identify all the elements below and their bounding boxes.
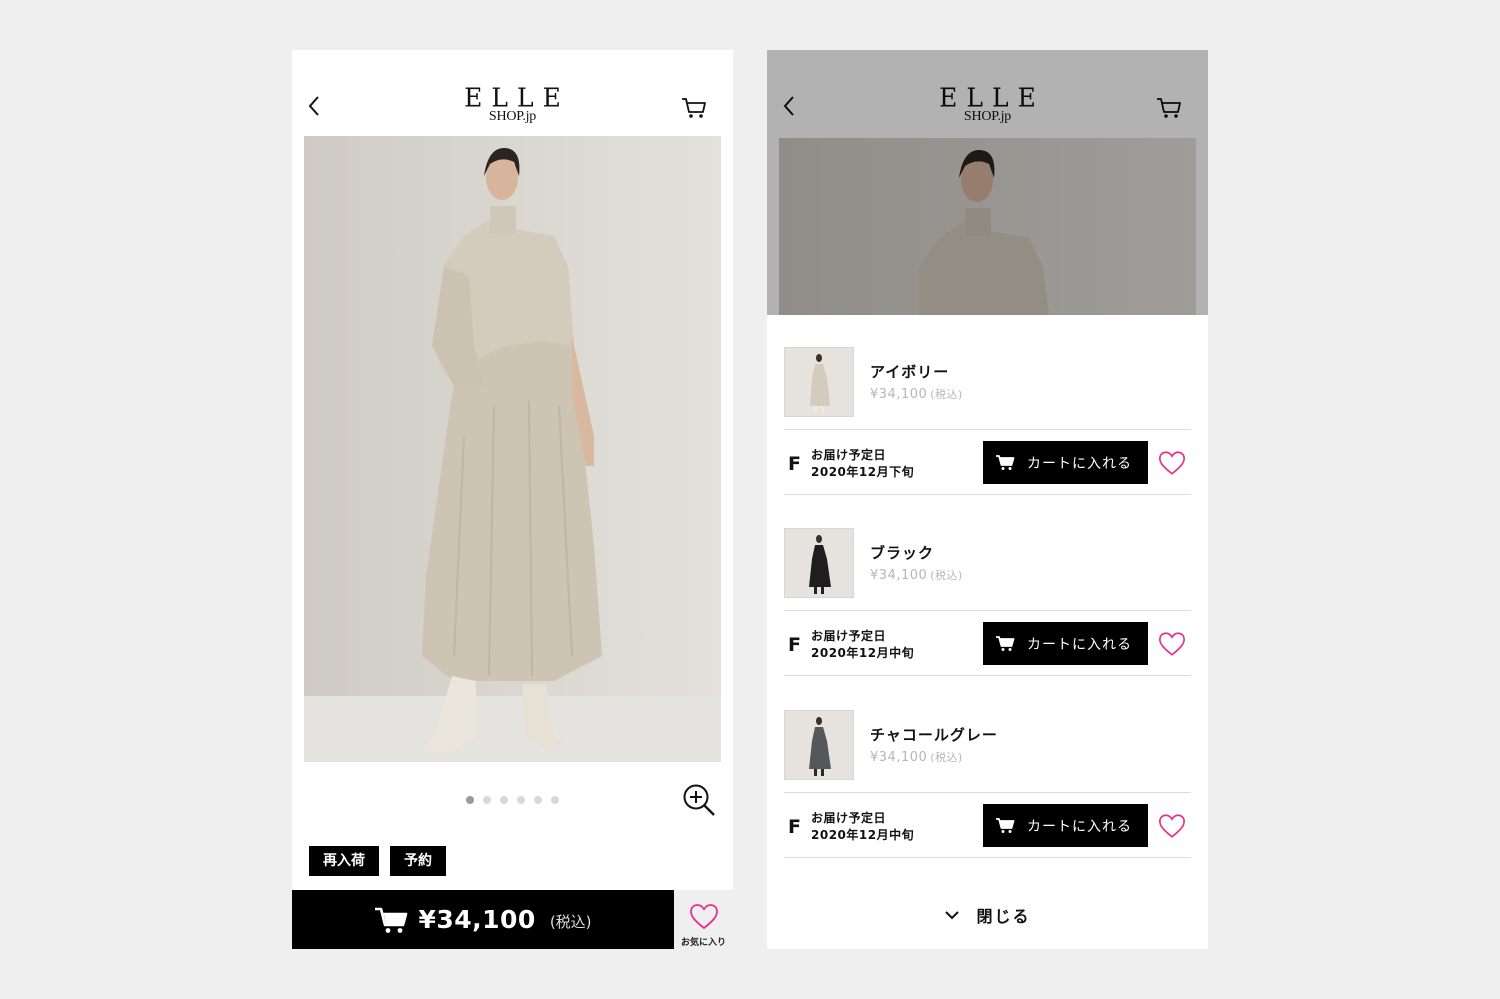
product-photo[interactable] bbox=[304, 136, 721, 762]
add-to-cart-button[interactable]: カートに入れる bbox=[983, 441, 1148, 484]
variant-name: ブラック bbox=[870, 544, 935, 562]
divider bbox=[784, 610, 1191, 611]
variant-price: ¥34,100 (税込) bbox=[870, 567, 963, 583]
add-to-cart-button[interactable]: カートに入れる bbox=[983, 804, 1148, 847]
add-to-cart-label: カートに入れる bbox=[1027, 455, 1132, 472]
shipping-date: 2020年12月中旬 bbox=[811, 828, 915, 842]
shipping-date: 2020年12月下旬 bbox=[811, 465, 915, 479]
tax-label: (税込) bbox=[549, 913, 592, 931]
variant-sheet-screen: ELLE SHOP.jp アイボリー ¥34,100 (税込) F お届け予定日… bbox=[767, 50, 1208, 949]
divider bbox=[784, 675, 1191, 676]
carousel-dot[interactable] bbox=[551, 796, 559, 804]
variant-sheet: アイボリー ¥34,100 (税込) F お届け予定日 2020年12月下旬 カー… bbox=[767, 315, 1208, 949]
cart-icon bbox=[996, 455, 1015, 470]
variant-name: チャコールグレー bbox=[870, 726, 998, 744]
modal-overlay[interactable] bbox=[767, 50, 1208, 315]
carousel-dot[interactable] bbox=[466, 796, 474, 804]
chevron-down-icon bbox=[945, 911, 960, 920]
shipping-info: お届け予定日 2020年12月中旬 bbox=[811, 810, 914, 844]
chevron-left-icon[interactable] bbox=[306, 94, 324, 118]
app-header: ELLE SHOP.jp bbox=[292, 50, 733, 136]
shipping-label: お届け予定日 bbox=[811, 448, 887, 462]
divider bbox=[784, 429, 1191, 430]
product-price: ¥34,100 bbox=[418, 905, 536, 934]
close-label: 閉じる bbox=[976, 907, 1031, 926]
variant-thumbnail[interactable] bbox=[784, 710, 854, 780]
preorder-tag: 予約 bbox=[390, 846, 446, 876]
shipping-date: 2020年12月中旬 bbox=[811, 646, 915, 660]
logo-main-text: ELLE bbox=[464, 82, 570, 113]
heart-icon bbox=[689, 904, 718, 930]
zoom-in-icon[interactable] bbox=[682, 783, 716, 817]
variant-thumbnail[interactable] bbox=[784, 528, 854, 598]
variant-price-value: ¥34,100 bbox=[870, 568, 928, 583]
add-to-cart-label: カートに入れる bbox=[1027, 818, 1132, 835]
cart-icon bbox=[996, 818, 1015, 833]
carousel-dots bbox=[466, 796, 559, 804]
variant-price-value: ¥34,100 bbox=[870, 387, 928, 402]
variant-tax: (税込) bbox=[930, 569, 963, 582]
divider bbox=[784, 792, 1191, 793]
cart-icon[interactable] bbox=[681, 96, 707, 120]
add-to-cart-button[interactable]: カートに入れる bbox=[983, 622, 1148, 665]
shop-logo[interactable]: ELLE SHOP.jp bbox=[442, 82, 583, 124]
favorite-button[interactable]: お気に入り bbox=[674, 890, 733, 949]
carousel-dot[interactable] bbox=[483, 796, 491, 804]
variant-price-value: ¥34,100 bbox=[870, 750, 928, 765]
size-label: F bbox=[788, 634, 801, 656]
variant-price: ¥34,100 (税込) bbox=[870, 749, 963, 765]
add-to-cart-bar[interactable]: ¥34,100 (税込) bbox=[292, 890, 674, 949]
close-button[interactable]: 閉じる bbox=[767, 903, 1208, 927]
product-tags: 再入荷 予約 bbox=[309, 846, 446, 876]
product-detail-screen: ELLE SHOP.jp 再入荷 予約 ¥34,100 (税込) お気に入り bbox=[292, 50, 733, 949]
heart-icon[interactable] bbox=[1158, 449, 1186, 477]
carousel-dot[interactable] bbox=[517, 796, 525, 804]
size-label: F bbox=[788, 816, 801, 838]
size-label: F bbox=[788, 453, 801, 475]
cart-icon bbox=[996, 636, 1015, 651]
shipping-label: お届け予定日 bbox=[811, 811, 887, 825]
shipping-label: お届け予定日 bbox=[811, 629, 887, 643]
add-to-cart-label: カートに入れる bbox=[1027, 636, 1132, 653]
favorite-label: お気に入り bbox=[680, 938, 726, 948]
variant-name: アイボリー bbox=[870, 363, 950, 381]
carousel-dot[interactable] bbox=[500, 796, 508, 804]
cart-icon bbox=[375, 907, 408, 933]
restock-tag: 再入荷 bbox=[309, 846, 379, 876]
shipping-info: お届け予定日 2020年12月中旬 bbox=[811, 628, 914, 662]
divider bbox=[784, 494, 1191, 495]
variant-tax: (税込) bbox=[930, 751, 963, 764]
variant-price: ¥34,100 (税込) bbox=[870, 386, 963, 402]
shipping-info: お届け予定日 2020年12月下旬 bbox=[811, 447, 914, 481]
heart-icon[interactable] bbox=[1158, 630, 1186, 658]
variant-thumbnail[interactable] bbox=[784, 347, 854, 417]
heart-icon[interactable] bbox=[1158, 812, 1186, 840]
divider bbox=[784, 857, 1191, 858]
carousel-dot[interactable] bbox=[534, 796, 542, 804]
logo-sub-text: SHOP.jp bbox=[488, 109, 537, 124]
variant-tax: (税込) bbox=[930, 388, 963, 401]
